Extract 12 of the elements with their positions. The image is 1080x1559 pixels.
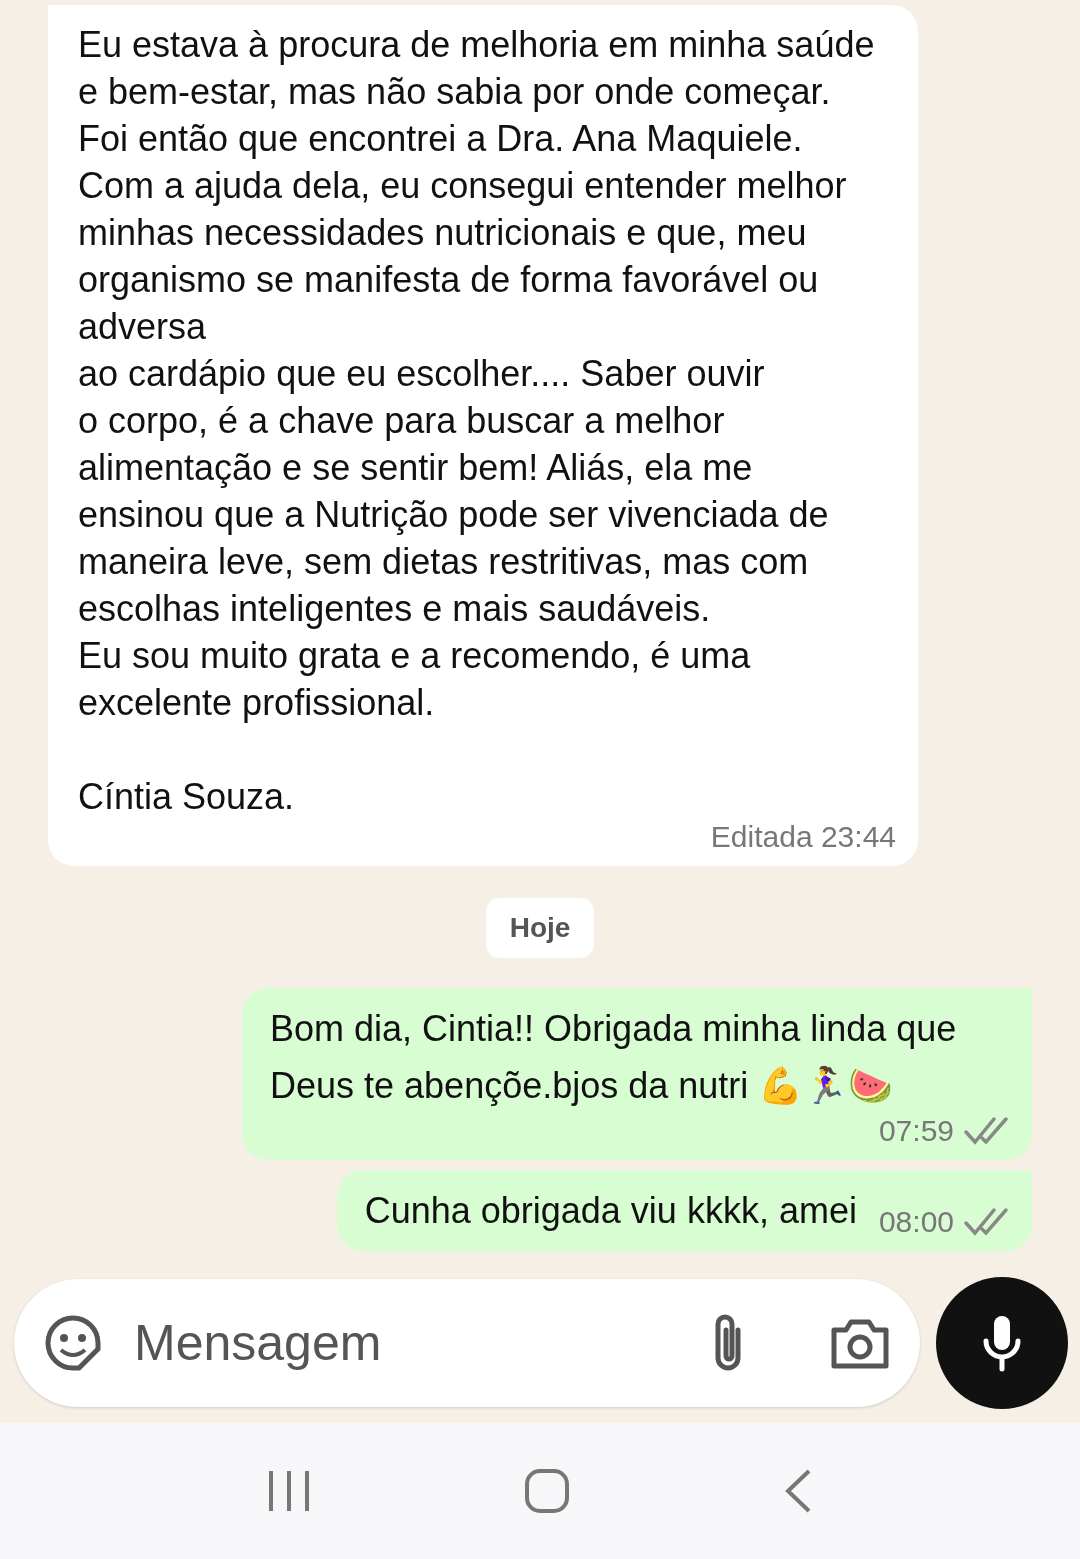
message-text: Bom dia, Cintia!! Obrigada minha linda que Deus te abençõe.bjos da nutri 💪🏃‍♀🍉 — [270, 1007, 958, 1108]
message-time: 07:59 — [878, 1114, 954, 1148]
recent-apps-icon[interactable] — [266, 1469, 311, 1513]
message-input[interactable]: Mensagem — [132, 1313, 676, 1373]
sticker-icon[interactable] — [44, 1314, 102, 1372]
home-icon[interactable] — [524, 1468, 570, 1514]
message-text: Cunha obrigada viu kkkk, amei — [364, 1189, 857, 1233]
message-field[interactable]: Mensagem — [14, 1279, 920, 1407]
message-time: Editada 23:44 — [710, 820, 896, 854]
message-time: 08:00 — [878, 1205, 954, 1239]
date-chip: Hoje — [485, 898, 595, 958]
message-text: Eu estava à procura de melhoria em minha saúde e bem-estar, mas não sabia por onde começar. Foi então que encontrei a Dra. Ana Maquiele. Com a ajuda dela, eu consegui entender melhor minhas necessidades nutricionais e que, meu organismo se manifesta de forma favorável ou adversa ao cardápio que eu escolher.... Saber ouvir o corpo, é a chave para buscar a melhor alimentação e se sentir bem! Aliás, ela me ensinou que a Nutrição pode ser vivenciada de maneira leve, sem dietas restritivas, mas com escolhas inteligentes e mais saudáveis. Eu sou muito grata e a recomendo, é uma excelente profissional. Cíntia Souza. — [78, 23, 876, 819]
